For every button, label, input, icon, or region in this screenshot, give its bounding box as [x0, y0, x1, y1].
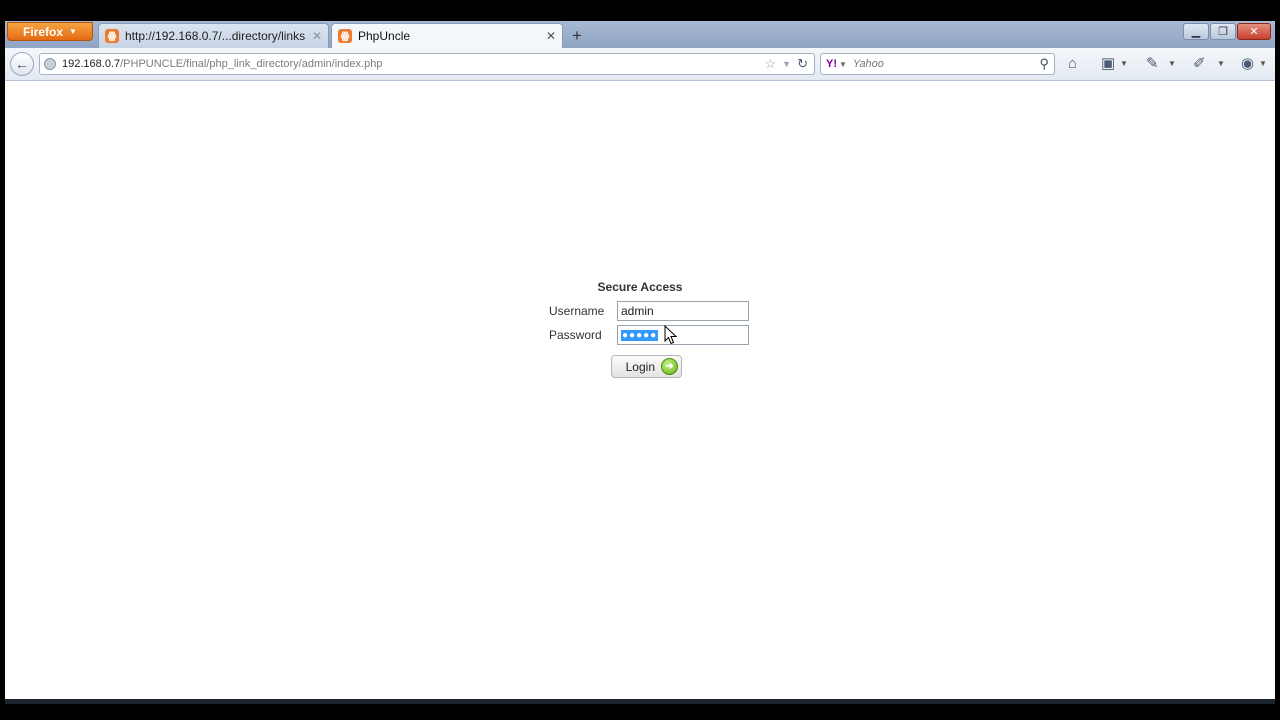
pen-icon[interactable]: ✐ — [1193, 56, 1206, 72]
bookmark-star-icon[interactable]: ☆ — [765, 56, 777, 72]
chevron-down-icon[interactable]: ▼ — [839, 60, 847, 69]
username-input[interactable]: admin — [617, 301, 749, 321]
firefox-menu-button[interactable]: Firefox ▼ — [7, 22, 93, 41]
minimize-icon: ▁ — [1191, 26, 1201, 38]
chevron-down-icon[interactable]: ▼ — [1259, 59, 1267, 68]
username-value: admin — [621, 304, 654, 318]
xampp-favicon-icon: ꙮ — [338, 29, 352, 43]
password-label: Password — [549, 328, 602, 342]
tab-label: http://192.168.0.7/...directory/links.ph… — [125, 29, 306, 43]
url-host: 192.168.0.7 — [62, 58, 121, 70]
history-dropdown-icon[interactable]: ▼ — [782, 59, 791, 69]
close-icon[interactable]: ✕ — [312, 29, 322, 43]
close-icon: ✕ — [1249, 26, 1259, 38]
close-icon[interactable]: ✕ — [546, 29, 556, 43]
taskbar — [0, 699, 1280, 720]
addon-icon[interactable]: ◉ — [1241, 56, 1254, 72]
page-content: Secure Access Username admin Password ●●… — [5, 81, 1275, 699]
chevron-down-icon: ▼ — [69, 27, 77, 36]
back-button[interactable]: ← — [10, 52, 34, 76]
tools-icon[interactable]: ✎ — [1146, 56, 1159, 72]
site-identity-icon[interactable] — [44, 58, 56, 70]
chevron-down-icon[interactable]: ▼ — [1168, 59, 1176, 68]
username-label: Username — [549, 304, 605, 318]
tab-phpuncle[interactable]: ꙮ PhpUncle ✕ — [331, 23, 563, 48]
bookmarks-icon[interactable]: ▣ — [1101, 56, 1115, 72]
login-title: Secure Access — [597, 280, 683, 294]
restore-button[interactable]: ❐ — [1210, 23, 1236, 40]
password-mask: ●●●●● — [621, 329, 659, 341]
home-icon[interactable]: ⌂ — [1068, 56, 1077, 72]
close-window-button[interactable]: ✕ — [1237, 23, 1271, 40]
back-arrow-icon: ← — [15, 56, 29, 72]
password-input[interactable]: ●●●●● — [617, 325, 749, 345]
url-path: /PHPUNCLE/final/php_link_directory/admin… — [120, 58, 383, 70]
search-icon[interactable]: ⚲ — [1039, 56, 1049, 72]
navigation-toolbar: ← 192.168.0.7 /PHPUNCLE/final/php_link_d… — [5, 48, 1275, 81]
go-arrow-icon: ➜ — [661, 358, 678, 375]
mouse-cursor-icon — [664, 325, 678, 345]
search-input[interactable]: Yahoo — [853, 58, 1040, 70]
xampp-favicon-icon: ꙮ — [105, 29, 119, 43]
reload-icon[interactable]: ↻ — [797, 56, 808, 72]
tab-links[interactable]: ꙮ http://192.168.0.7/...directory/links.… — [98, 23, 329, 48]
chevron-down-icon[interactable]: ▼ — [1120, 59, 1128, 68]
tab-label: PhpUncle — [358, 29, 411, 43]
address-bar[interactable]: 192.168.0.7 /PHPUNCLE/final/php_link_dir… — [39, 53, 815, 75]
new-tab-button[interactable]: + — [566, 25, 588, 46]
search-bar[interactable]: Y! ▼ Yahoo ⚲ — [820, 53, 1055, 75]
browser-window: Firefox ▼ ꙮ http://192.168.0.7/...direct… — [5, 21, 1275, 699]
login-button-label: Login — [625, 359, 655, 374]
restore-icon: ❐ — [1218, 26, 1228, 38]
title-bar: Firefox ▼ ꙮ http://192.168.0.7/...direct… — [5, 21, 1275, 48]
minimize-button[interactable]: ▁ — [1183, 23, 1209, 40]
taskbar-strip — [5, 699, 1275, 704]
login-button[interactable]: Login ➜ — [611, 355, 682, 378]
chevron-down-icon[interactable]: ▼ — [1217, 59, 1225, 68]
yahoo-logo-icon[interactable]: Y! — [826, 58, 837, 70]
firefox-menu-label: Firefox — [23, 24, 64, 39]
